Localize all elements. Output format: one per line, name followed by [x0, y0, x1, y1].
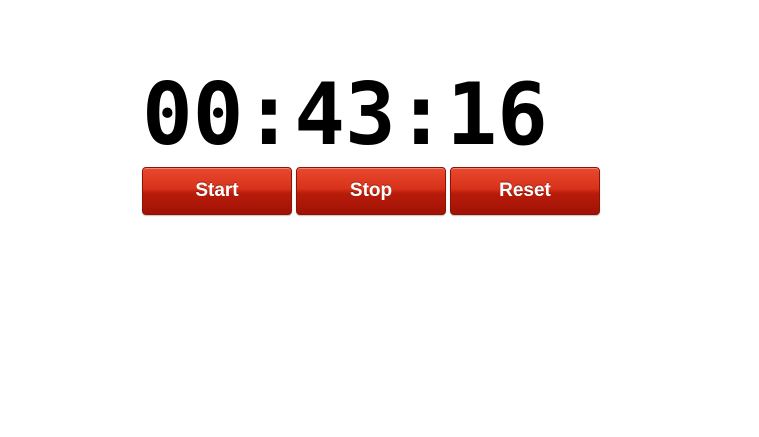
- timer-text: 00:43:16: [142, 65, 548, 165]
- reset-button[interactable]: Reset: [450, 167, 600, 215]
- stop-button[interactable]: Stop: [296, 167, 446, 215]
- start-button[interactable]: Start: [142, 167, 292, 215]
- timer-display: 00:43:16: [142, 65, 582, 165]
- timer-controls: Start Stop Reset: [142, 167, 600, 215]
- stopwatch-page: 00:43:16 Start Stop Reset: [0, 0, 759, 437]
